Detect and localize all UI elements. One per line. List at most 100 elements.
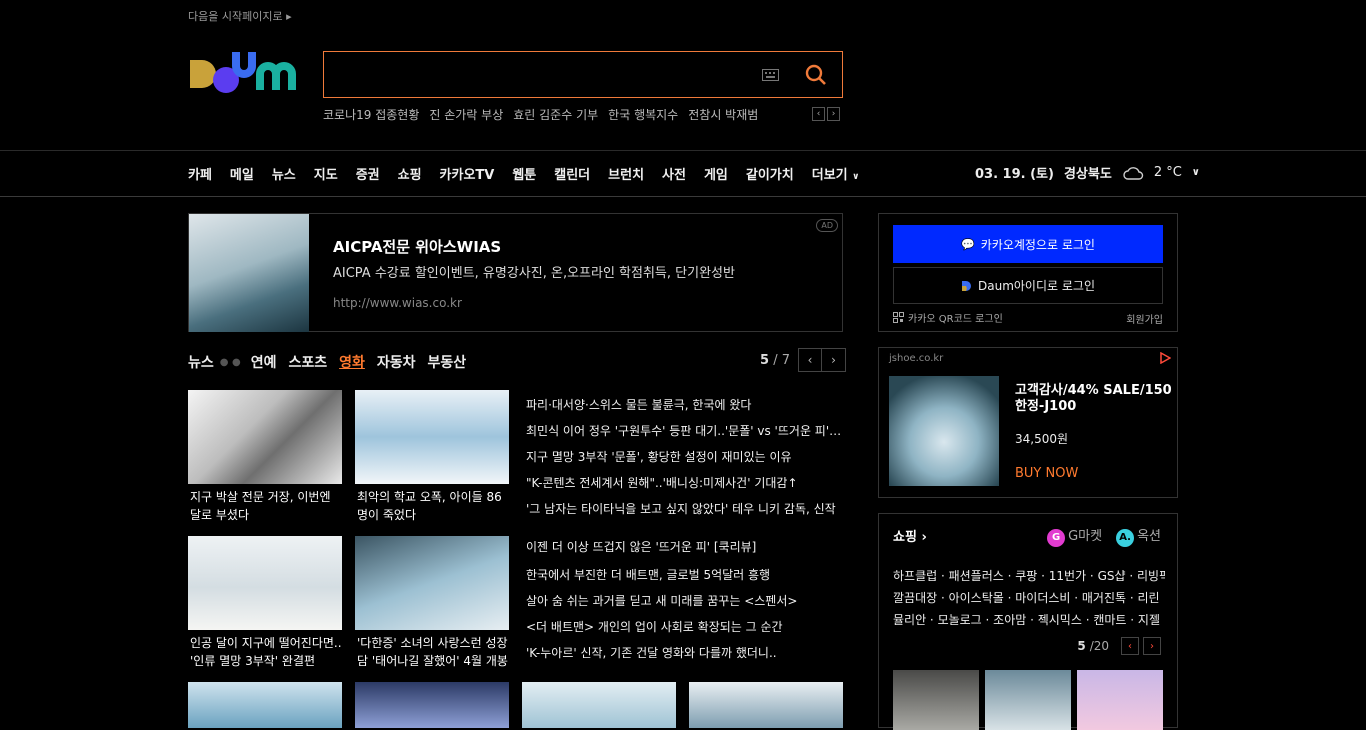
news-card-caption[interactable]: '다한증' 소녀의 사랑스런 성장담 '태어나길 잘했어' 4월 개봉 bbox=[357, 634, 511, 670]
nav-item-news[interactable]: 뉴스 bbox=[272, 164, 296, 183]
nav-item-calendar[interactable]: 캘린더 bbox=[554, 164, 590, 183]
product-image[interactable] bbox=[889, 376, 999, 486]
adchoices-icon[interactable] bbox=[1159, 352, 1171, 364]
signup-link[interactable]: 회원가입 bbox=[1126, 311, 1163, 326]
chevron-right-icon[interactable]: › bbox=[1143, 637, 1161, 655]
tab-sports[interactable]: 스포츠 bbox=[288, 352, 327, 372]
qr-login-link[interactable]: 카카오 QR코드 로그인 bbox=[893, 310, 1003, 325]
nav-item-together[interactable]: 같이가치 bbox=[746, 164, 794, 183]
headline-link[interactable]: 'K-누아르' 신작, 기존 건달 영화와 다를까 했더니.. bbox=[526, 644, 842, 661]
headline-link[interactable]: 이젠 더 이상 뜨겁지 않은 '뜨거운 피' [쿡리뷰] bbox=[526, 538, 842, 555]
tab-realestate[interactable]: 부동산 bbox=[428, 352, 467, 372]
nav-item-stock[interactable]: 증권 bbox=[356, 164, 380, 183]
news-card-caption[interactable]: 최악의 학교 오폭, 아이들 86명이 죽었다 bbox=[357, 488, 511, 524]
region-text[interactable]: 경상북도 bbox=[1064, 163, 1112, 182]
news-thumbnail[interactable] bbox=[188, 536, 342, 630]
shop-page-current: 5 bbox=[1077, 639, 1086, 653]
daum-login-button[interactable]: Daum아이디로 로그인 bbox=[893, 267, 1163, 304]
nav-item-map[interactable]: 지도 bbox=[314, 164, 338, 183]
news-thumbnail[interactable] bbox=[188, 390, 342, 484]
product-thumbnail[interactable] bbox=[1077, 670, 1163, 730]
shopping-links-row[interactable]: 깔끔대장 · 아이스탁몰 · 마이더스비 · 매거진톡 · 리린 bbox=[893, 589, 1165, 606]
news-pager: 5 / 7 ‹ › bbox=[760, 348, 846, 372]
daum-d-icon bbox=[962, 280, 971, 291]
search-box[interactable] bbox=[323, 51, 843, 98]
nav-item-shopping[interactable]: 쇼핑 bbox=[398, 164, 422, 183]
trending-keywords: 코로나19 접종현황 진 손가락 부상 효린 김준수 기부 한국 행복지수 전참… bbox=[323, 106, 758, 123]
nav-item-dictionary[interactable]: 사전 bbox=[662, 164, 686, 183]
trend-pager: ‹ › bbox=[812, 107, 840, 121]
headline-link[interactable]: 살아 숨 쉬는 과거를 딛고 새 미래를 꿈꾸는 <스펜서> bbox=[526, 592, 842, 609]
gmarket-label: G마켓 bbox=[1068, 529, 1103, 544]
news-thumbnail[interactable] bbox=[522, 682, 676, 728]
trend-item[interactable]: 한국 행복지수 bbox=[608, 106, 678, 123]
chevron-right-icon[interactable]: › bbox=[827, 107, 840, 121]
more-label: 더보기 bbox=[811, 168, 848, 183]
dots-icon: ● ● bbox=[219, 356, 241, 368]
ad-banner[interactable]: AICPA전문 위아스WIAS AICPA 수강료 할인이벤트, 유명강사진, … bbox=[188, 213, 843, 332]
shopping-panel: 쇼핑 › G G마켓 A. 옥션 하프클럽 · 패션플러스 · 쿠팡 · 11번가 … bbox=[878, 513, 1178, 730]
nav-item-brunch[interactable]: 브런치 bbox=[608, 164, 644, 183]
headline-link[interactable]: 최민식 이어 정우 '구원투수' 등판 대기..'문폴' vs '뜨거운 피' … bbox=[526, 422, 842, 439]
news-card-caption[interactable]: 지구 박살 전문 거장, 이번엔 달로 부셨다 bbox=[190, 488, 344, 524]
trend-item[interactable]: 진 손가락 부상 bbox=[429, 106, 503, 123]
nav-item-more[interactable]: 더보기 ∨ bbox=[812, 164, 860, 183]
trend-item[interactable]: 코로나19 접종현황 bbox=[323, 106, 419, 123]
chevron-down-icon: ∨ bbox=[852, 172, 860, 182]
shopping-title[interactable]: 쇼핑 › bbox=[893, 526, 927, 545]
headline-link[interactable]: 지구 멸망 3부작 '문폴', 황당한 설정이 재미있는 이유 bbox=[526, 448, 842, 465]
nav-item-cafe[interactable]: 카페 bbox=[188, 164, 212, 183]
buy-now-link[interactable]: BUY NOW bbox=[1015, 466, 1078, 481]
nav-item-kakaotv[interactable]: 카카오TV bbox=[440, 164, 495, 183]
news-thumbnail[interactable] bbox=[355, 682, 509, 728]
trend-item[interactable]: 전참시 박재범 bbox=[688, 106, 758, 123]
shop-page-total: /20 bbox=[1089, 639, 1109, 653]
nav-item-webtoon[interactable]: 웹툰 bbox=[512, 164, 536, 183]
tab-entertainment[interactable]: 연예 bbox=[251, 352, 277, 372]
search-icon[interactable] bbox=[804, 63, 828, 87]
chevron-left-icon[interactable]: ‹ bbox=[1121, 637, 1139, 655]
gmarket-link[interactable]: G G마켓 bbox=[1047, 525, 1102, 547]
auction-label: 옥션 bbox=[1137, 529, 1161, 544]
qr-login-label: 카카오 QR코드 로그인 bbox=[908, 314, 1003, 325]
product-title[interactable]: 고객감사/44% SALE/150 한정-J100 bbox=[1015, 383, 1175, 415]
chevron-left-icon[interactable]: ‹ bbox=[797, 348, 822, 372]
ad-description[interactable]: AICPA 수강료 할인이벤트, 유명강사진, 온,오프라인 학점취득, 단기완… bbox=[333, 262, 735, 281]
shopping-links-row[interactable]: 뮬리안 · 모놀로그 · 조아맘 · 젝시믹스 · 캔마트 · 지젤 bbox=[893, 611, 1165, 628]
trend-item[interactable]: 효린 김준수 기부 bbox=[513, 106, 598, 123]
news-thumbnail[interactable] bbox=[355, 390, 509, 484]
kakao-login-button[interactable]: 💬 카카오계정으로 로그인 bbox=[893, 225, 1163, 263]
auction-link[interactable]: A. 옥션 bbox=[1116, 525, 1161, 547]
ad-url[interactable]: http://www.wias.co.kr bbox=[333, 296, 462, 310]
headline-link[interactable]: "K-콘텐츠 전세계서 원해"..'배니싱:미제사건' 기대감↑ bbox=[526, 474, 842, 491]
product-thumbnail[interactable] bbox=[985, 670, 1071, 730]
headline-link[interactable]: 한국에서 부진한 더 배트맨, 글로벌 5억달러 흥행 bbox=[526, 566, 842, 583]
news-card-caption[interactable]: 인공 달이 지구에 떨어진다면.. '인류 멸망 3부작' 완결편 bbox=[190, 634, 344, 670]
headline-link[interactable]: <더 배트맨> 개인의 업이 사회로 확장되는 그 순간 bbox=[526, 618, 842, 635]
search-input[interactable] bbox=[332, 60, 752, 90]
chevron-right-icon[interactable]: › bbox=[821, 348, 846, 372]
daum-logo[interactable] bbox=[188, 50, 304, 98]
tab-news[interactable]: 뉴스 bbox=[188, 352, 214, 372]
product-ad[interactable]: jshoe.co.kr 고객감사/44% SALE/150 한정-J100 34… bbox=[878, 347, 1178, 498]
nav-item-mail[interactable]: 메일 bbox=[230, 164, 254, 183]
headline-link[interactable]: 파리·대서양·스위스 물든 불륜극, 한국에 왔다 bbox=[526, 396, 842, 413]
headline-link[interactable]: '그 남자는 타이타닉을 보고 싶지 않았다' 테우 니키 감독, 신작 bbox=[526, 500, 842, 517]
keyboard-icon[interactable] bbox=[762, 69, 779, 81]
tab-car[interactable]: 자동차 bbox=[377, 352, 416, 372]
news-thumbnail[interactable] bbox=[188, 682, 342, 728]
page-current: 5 bbox=[760, 352, 770, 368]
product-thumbnail[interactable] bbox=[893, 670, 979, 730]
chevron-left-icon[interactable]: ‹ bbox=[812, 107, 825, 121]
product-price: 34,500원 bbox=[1015, 432, 1069, 446]
nav-item-game[interactable]: 게임 bbox=[704, 164, 728, 183]
page-total: / 7 bbox=[773, 352, 790, 368]
set-start-page-link[interactable]: 다음을 시작페이지로 ▸ bbox=[188, 8, 292, 24]
shopping-links-row[interactable]: 하프클럽 · 패션플러스 · 쿠팡 · 11번가 · GS샵 · 리빙픽 bbox=[893, 567, 1165, 584]
news-thumbnail[interactable] bbox=[689, 682, 843, 728]
chevron-down-icon[interactable]: ∨ bbox=[1192, 167, 1200, 178]
gmarket-icon: G bbox=[1047, 528, 1066, 547]
ad-title[interactable]: AICPA전문 위아스WIAS bbox=[333, 236, 501, 257]
tab-movie[interactable]: 영화 bbox=[339, 352, 365, 372]
news-thumbnail[interactable] bbox=[355, 536, 509, 630]
